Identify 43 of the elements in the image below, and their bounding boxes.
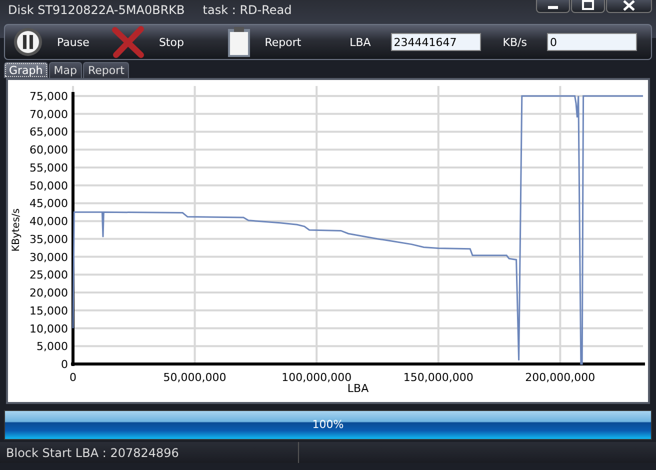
input-field[interactable]: 234441647 <box>390 33 481 51</box>
y-axis-title: KBytes/s <box>11 208 22 252</box>
x-tick-label: 200,000,000 <box>525 371 596 384</box>
pause-icon <box>13 27 43 57</box>
x-tick-label: 150,000,000 <box>403 371 474 384</box>
field-label: KB/s <box>502 36 527 48</box>
y-tick-label: 45,000 <box>30 197 68 210</box>
y-tick-label: 15,000 <box>30 304 68 318</box>
y-tick-label: 25,000 <box>30 268 68 282</box>
task-label: task : RD-Read <box>202 3 292 17</box>
y-tick-label: 5,000 <box>36 340 68 354</box>
minimize-icon[interactable] <box>536 0 570 13</box>
progress-label: 100% <box>312 418 344 431</box>
tab[interactable]: Report <box>82 62 130 78</box>
x-tick-label: 0 <box>70 371 76 384</box>
y-tick-label: 0 <box>61 358 68 371</box>
x-axis-title: LBA <box>347 382 369 395</box>
clipboard-icon <box>226 26 251 58</box>
y-tick-label: 65,000 <box>30 126 68 139</box>
status-text: Block Start LBA : 207824896 <box>0 442 299 463</box>
field-label: LBA <box>350 36 371 48</box>
y-tick-label: 10,000 <box>30 322 68 336</box>
y-tick-label: 35,000 <box>30 232 68 246</box>
y-tick-label: 50,000 <box>30 179 68 192</box>
cross-icon <box>110 25 145 59</box>
y-tick-label: 75,000 <box>30 90 68 103</box>
window-title: Disk ST9120822A-5MA0BRKB <box>8 3 185 17</box>
y-tick-label: 70,000 <box>30 108 68 121</box>
tab[interactable]: Graph <box>4 62 48 78</box>
report-label[interactable]: Report <box>264 36 302 48</box>
y-tick-label: 55,000 <box>30 161 68 174</box>
stop-label[interactable]: Stop <box>158 36 184 48</box>
tab[interactable]: Map <box>48 62 82 78</box>
y-tick-label: 60,000 <box>30 144 68 157</box>
input-field[interactable]: 0 <box>546 33 637 51</box>
close-icon[interactable] <box>606 0 652 13</box>
x-tick-label: 100,000,000 <box>282 371 352 384</box>
y-tick-label: 40,000 <box>30 215 68 228</box>
y-tick-label: 30,000 <box>30 250 68 264</box>
pause-label[interactable]: Pause <box>57 36 90 48</box>
x-tick-label: 50,000,000 <box>163 371 226 384</box>
maximize-icon[interactable] <box>571 0 605 13</box>
y-tick-label: 20,000 <box>30 286 68 300</box>
